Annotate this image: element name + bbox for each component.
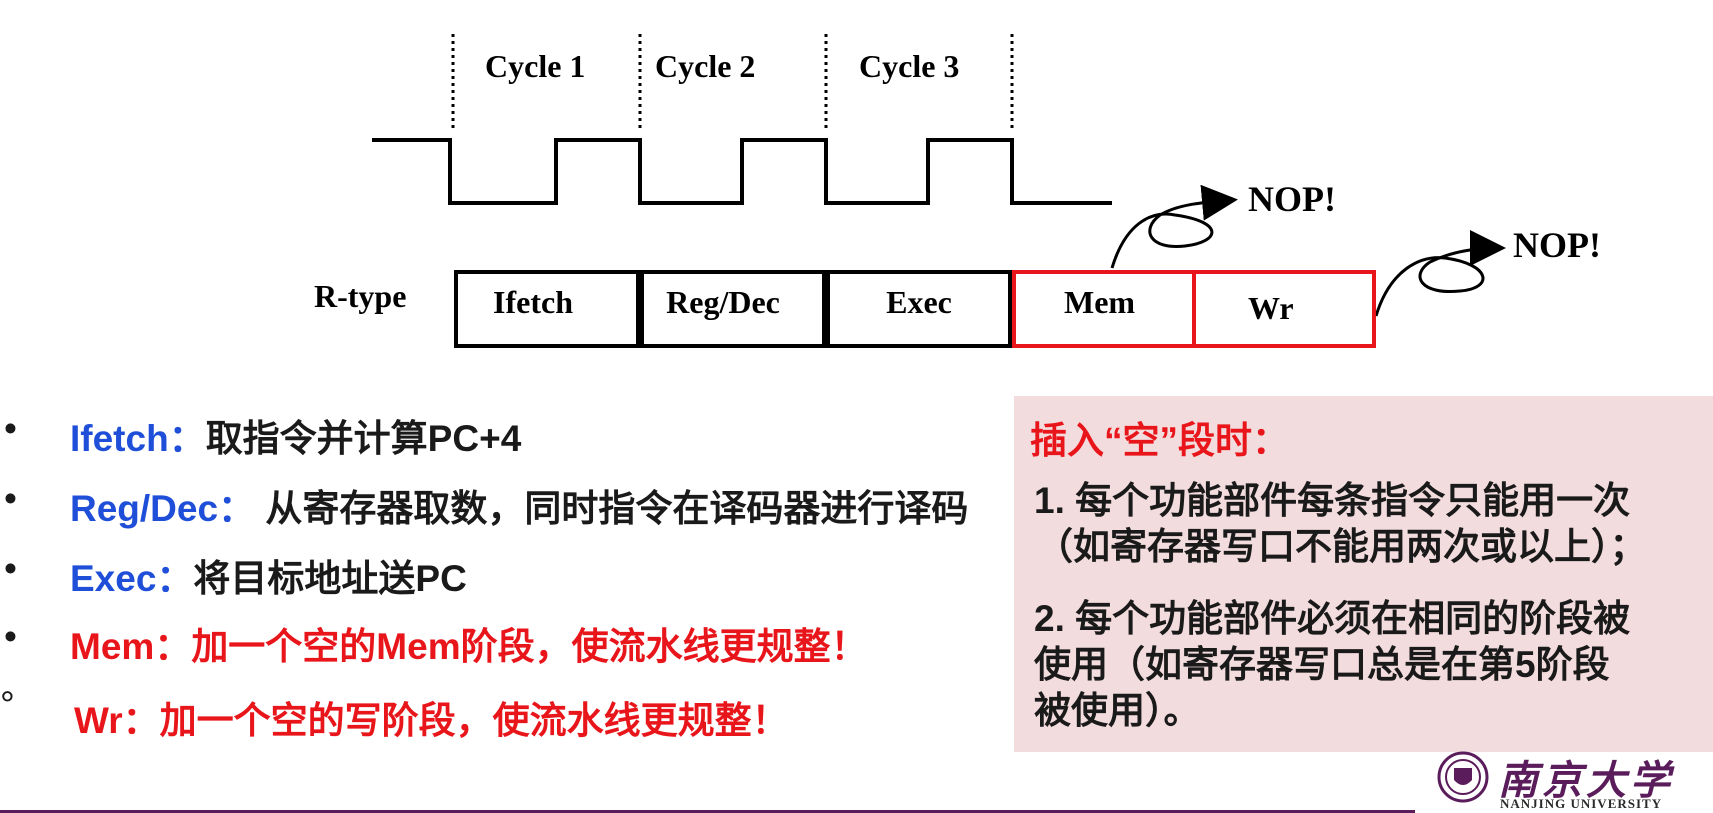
cycle-label-3: Cycle 3 <box>859 48 960 84</box>
note-title: 插入“空”段时： <box>1030 420 1289 461</box>
bullet-ifetch-row: Ifetch：取指令并计算PC+4 <box>70 408 521 462</box>
stage-wr: Wr <box>1192 270 1376 348</box>
stage-regdec: Reg/Dec <box>640 270 826 348</box>
clock-waveform <box>372 138 1112 205</box>
note-item-1-line-2: （如寄存器写口不能用两次或以上）； <box>1036 526 1647 567</box>
note-item-1-line-1: 1. 每个功能部件每条指令只能用一次 <box>1034 480 1631 521</box>
note-panel: 插入“空”段时： 1. 每个功能部件每条指令只能用一次 （如寄存器写口不能用两次… <box>1014 396 1713 752</box>
bullet-wr-row: Wr：加一个空的写阶段，使流水线更规整！ <box>74 690 789 744</box>
note-item-2-line-3: 被使用）。 <box>1034 690 1201 731</box>
bullet-ifetch-desc: 取指令并计算PC+4 <box>205 418 522 459</box>
nop-label-2: NOP! <box>1513 225 1601 265</box>
bullet-mem-row: Mem：加一个空的Mem阶段，使流水线更规整！ <box>70 616 868 670</box>
stage-exec-label: Exec <box>886 284 952 320</box>
bullet-marker: ° <box>0 684 15 725</box>
logo-name-en: NANJING UNIVERSITY <box>1500 796 1663 811</box>
stage-mem: Mem <box>1012 270 1196 348</box>
note-item-1: 1. 每个功能部件每条指令只能用一次 （如寄存器写口不能用两次或以上）； <box>1034 478 1704 570</box>
row-label-rtype: R-type <box>314 278 407 314</box>
bullet-regdec-key: Reg/Dec： <box>70 488 256 529</box>
stage-wr-label: Wr <box>1248 290 1294 326</box>
note-item-2-line-1: 2. 每个功能部件必须在相同的阶段被 <box>1034 598 1631 639</box>
bullet-mem-desc: 加一个空的Mem阶段，使流水线更规整！ <box>191 626 868 667</box>
note-item-2: 2. 每个功能部件必须在相同的阶段被 使用（如寄存器写口总是在第5阶段 被使用）… <box>1034 596 1704 734</box>
cycle-label-1: Cycle 1 <box>485 48 586 84</box>
stage-ifetch-label: Ifetch <box>493 284 573 320</box>
bullet-ifetch-key: Ifetch： <box>70 418 206 459</box>
bullet-regdec-row: Reg/Dec： 从寄存器取数，同时指令在译码器进行译码 <box>70 478 968 532</box>
bullet-regdec-desc: 从寄存器取数，同时指令在译码器进行译码 <box>255 488 969 529</box>
stage-exec: Exec <box>826 270 1012 348</box>
bullet-exec-row: Exec：将目标地址送PC <box>70 548 467 602</box>
bullet-marker: • <box>4 616 17 657</box>
bullet-exec-desc: 将目标地址送PC <box>193 558 467 599</box>
bullet-mem-key: Mem： <box>70 626 192 667</box>
stage-regdec-label: Reg/Dec <box>666 284 780 320</box>
bullet-marker: • <box>4 548 17 589</box>
bullet-wr-key: Wr： <box>74 700 160 741</box>
bullet-marker: • <box>4 408 17 449</box>
university-logo: 南京大学 NANJING UNIVERSITY <box>1432 748 1692 813</box>
stage-ifetch: Ifetch <box>454 270 640 348</box>
nop-arrow-1 <box>1110 184 1238 269</box>
note-item-2-line-2: 使用（如寄存器写口总是在第5阶段 <box>1034 644 1610 685</box>
nop-label-1: NOP! <box>1248 179 1336 219</box>
bullet-exec-key: Exec： <box>70 558 194 599</box>
university-seal-icon <box>1437 751 1489 803</box>
cycle-label-2: Cycle 2 <box>655 48 756 84</box>
bullet-wr-desc: 加一个空的写阶段，使流水线更规整！ <box>159 700 789 741</box>
bullet-marker: • <box>4 478 17 519</box>
